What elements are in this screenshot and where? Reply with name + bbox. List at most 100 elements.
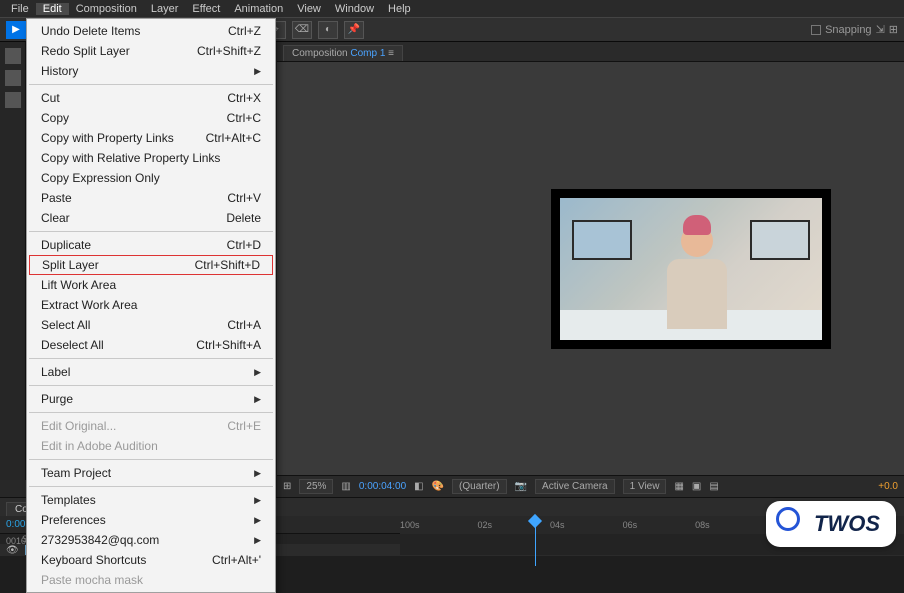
menu-item-label: Undo Delete Items	[41, 24, 140, 38]
composition-tab[interactable]: Composition Comp 1 ≡	[283, 45, 403, 61]
roto-brush-tool-icon[interactable]: ◐	[318, 21, 338, 39]
menu-item-label: 2732953842@qq.com	[41, 533, 159, 547]
menu-item-templates[interactable]: Templates▶	[27, 490, 275, 510]
menu-effect[interactable]: Effect	[185, 3, 227, 15]
res-icon[interactable]: ▥	[341, 481, 350, 492]
snap-opt2-icon[interactable]: ⊞	[889, 23, 898, 36]
video-person-body	[667, 259, 727, 329]
puppet-tool-icon[interactable]: 📌	[344, 21, 364, 39]
zoom-select[interactable]: 25%	[299, 479, 333, 494]
menu-item-label: Duplicate	[41, 238, 91, 252]
camera-select[interactable]: Active Camera	[535, 479, 615, 494]
view-select[interactable]: 1 View	[623, 479, 667, 494]
menu-item-deselect-all[interactable]: Deselect AllCtrl+Shift+A	[27, 335, 275, 355]
snapping-toggle[interactable]: Snapping ⇲ ⊞	[811, 23, 898, 36]
menu-layer[interactable]: Layer	[144, 3, 186, 15]
menu-item-label: Extract Work Area	[41, 298, 137, 312]
menu-item-copy[interactable]: CopyCtrl+C	[27, 108, 275, 128]
menu-item-label: Clear	[41, 211, 70, 225]
menu-item-lift-work-area[interactable]: Lift Work Area	[27, 275, 275, 295]
menu-item-label: Split Layer	[42, 258, 99, 272]
composition-panel: Composition Comp 1 ≡ ⊞ 25% ▥ 0:00:04:00 …	[277, 42, 904, 497]
quality-select[interactable]: (Quarter)	[452, 479, 507, 494]
snap-opt1-icon[interactable]: ⇲	[876, 23, 885, 36]
lightbulb-icon	[776, 507, 806, 541]
colormgmt-icon[interactable]: 🎨	[432, 481, 444, 492]
composition-footer: ⊞ 25% ▥ 0:00:04:00 ◧ 🎨 (Quarter) 📷 Activ…	[277, 475, 904, 497]
menu-item-label: Cut	[41, 91, 60, 105]
menu-item-duplicate[interactable]: DuplicateCtrl+D	[27, 235, 275, 255]
menu-item-shortcut: Ctrl+Shift+D	[195, 258, 260, 272]
video-person-head	[681, 225, 713, 257]
menu-item-shortcut: Ctrl+V	[227, 191, 261, 205]
menu-item-extract-work-area[interactable]: Extract Work Area	[27, 295, 275, 315]
menu-item-copy-with-property-links[interactable]: Copy with Property LinksCtrl+Alt+C	[27, 128, 275, 148]
ruler-0: 100s	[400, 520, 420, 530]
menu-file[interactable]: File	[4, 3, 36, 15]
submenu-arrow-icon: ▶	[254, 394, 261, 405]
menu-item-edit-original: Edit Original...Ctrl+E	[27, 416, 275, 436]
menu-item-keyboard-shortcuts[interactable]: Keyboard ShortcutsCtrl+Alt+'	[27, 550, 275, 570]
menu-item-label[interactable]: Label▶	[27, 362, 275, 382]
ruler-1: 02s	[478, 520, 493, 530]
menu-separator	[29, 231, 273, 232]
menu-item-redo-split-layer[interactable]: Redo Split LayerCtrl+Shift+Z	[27, 41, 275, 61]
menu-view[interactable]: View	[290, 3, 328, 15]
view-opt2-icon[interactable]: ▣	[692, 481, 701, 492]
menu-item-purge[interactable]: Purge▶	[27, 389, 275, 409]
view-opt3-icon[interactable]: ▤	[709, 481, 718, 492]
menu-item-label: Paste mocha mask	[41, 573, 143, 587]
menu-item-label: Team Project	[41, 466, 111, 480]
menu-help[interactable]: Help	[381, 3, 418, 15]
menu-item-shortcut: Ctrl+Alt+C	[206, 131, 261, 145]
view-opt1-icon[interactable]: ▦	[674, 481, 683, 492]
comp-icon[interactable]	[5, 92, 21, 108]
menu-item-select-all[interactable]: Select AllCtrl+A	[27, 315, 275, 335]
menu-item-label: Templates	[41, 493, 96, 507]
mask-icon[interactable]: ◧	[414, 481, 423, 492]
exposure-value[interactable]: +0.0	[878, 481, 898, 492]
menu-composition[interactable]: Composition	[69, 3, 144, 15]
selection-tool-icon[interactable]: ▶	[6, 21, 26, 39]
menu-item-label: Copy Expression Only	[41, 171, 160, 185]
menu-item-shortcut: Ctrl+X	[227, 91, 261, 105]
submenu-arrow-icon: ▶	[254, 515, 261, 526]
menu-item-shortcut: Ctrl+E	[227, 419, 261, 433]
menu-item-clear[interactable]: ClearDelete	[27, 208, 275, 228]
menu-item-label: Preferences	[41, 513, 106, 527]
folder-icon[interactable]	[5, 48, 21, 64]
menu-animation[interactable]: Animation	[227, 3, 290, 15]
menu-item-shortcut: Ctrl+Shift+A	[196, 338, 261, 352]
submenu-arrow-icon: ▶	[254, 468, 261, 479]
footer-timecode[interactable]: 0:00:04:00	[359, 481, 406, 492]
menu-item-shortcut: Ctrl+A	[227, 318, 261, 332]
menu-edit[interactable]: Edit	[36, 3, 69, 15]
menu-item-copy-with-relative-property-links[interactable]: Copy with Relative Property Links	[27, 148, 275, 168]
menu-item-team-project[interactable]: Team Project ▶	[27, 463, 275, 483]
composition-viewer[interactable]	[277, 62, 904, 475]
eye-icon[interactable]: 👁	[6, 545, 19, 556]
menu-item-edit-in-adobe-audition: Edit in Adobe Audition	[27, 436, 275, 456]
playhead-line	[535, 526, 536, 566]
menu-item-undo-delete-items[interactable]: Undo Delete ItemsCtrl+Z	[27, 21, 275, 41]
menu-item-history[interactable]: History▶	[27, 61, 275, 81]
menu-item-2732953842-qq-com[interactable]: 2732953842@qq.com▶	[27, 530, 275, 550]
eraser-tool-icon[interactable]: ⌫	[292, 21, 312, 39]
menu-separator	[29, 412, 273, 413]
menu-item-split-layer[interactable]: Split Layer Ctrl+Shift+D	[29, 255, 273, 275]
snapping-checkbox-icon[interactable]	[811, 25, 821, 35]
menu-window[interactable]: Window	[328, 3, 381, 15]
footage-icon[interactable]	[5, 70, 21, 86]
playhead[interactable]	[530, 516, 540, 556]
menu-item-paste[interactable]: PasteCtrl+V	[27, 188, 275, 208]
grid-icon[interactable]: ⊞	[283, 481, 291, 492]
menu-item-label: Copy with Relative Property Links	[41, 151, 220, 165]
composition-tabs: Composition Comp 1 ≡	[277, 42, 904, 62]
camera-dropdown-icon[interactable]: 📷	[515, 481, 527, 492]
project-panel	[0, 42, 26, 497]
menu-item-copy-expression-only[interactable]: Copy Expression Only	[27, 168, 275, 188]
menu-item-preferences[interactable]: Preferences ▶	[27, 510, 275, 530]
ruler-3: 06s	[623, 520, 638, 530]
menu-item-cut[interactable]: Cut Ctrl+X	[27, 88, 275, 108]
menu-item-label: Edit in Adobe Audition	[41, 439, 158, 453]
